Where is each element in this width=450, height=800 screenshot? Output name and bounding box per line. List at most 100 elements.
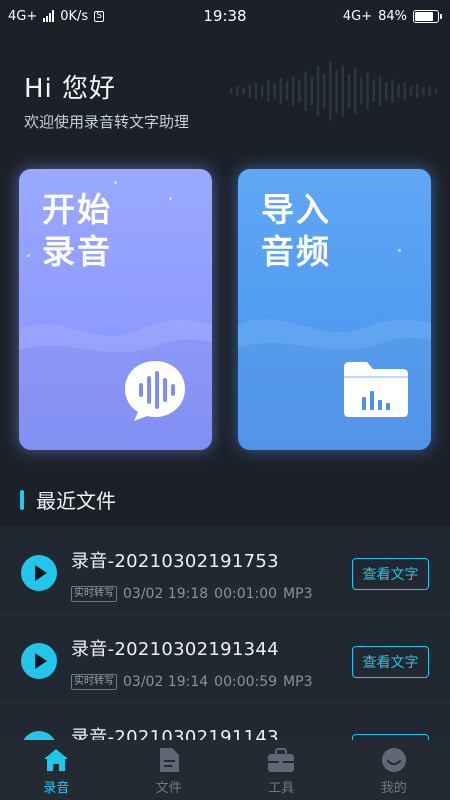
wave-bar: [323, 73, 326, 109]
file-meta: 实时转写 03/02 19:14 00:00:59 MP3: [71, 674, 312, 690]
wave-bar: [304, 71, 307, 111]
status-left: 4G+ 0K/s S: [8, 9, 104, 24]
wave-bar: [254, 82, 258, 100]
wave-bar: [347, 74, 351, 108]
recent-files-header: 最近文件: [20, 485, 116, 514]
tab-label: 录音: [43, 781, 70, 796]
wave-bar: [248, 84, 251, 98]
sparkle-dot: [27, 254, 30, 257]
view-text-button[interactable]: 查看文字: [352, 558, 429, 590]
wave-bar: [316, 66, 320, 116]
list-item[interactable]: 录音-20210302191143: [0, 703, 450, 740]
wave-bar: [416, 84, 419, 98]
file-meta: 实时转写 03/02 19:18 00:01:00 MP3: [71, 586, 312, 602]
wave-bar: [434, 88, 437, 94]
file-date: 03/02 19:18: [123, 586, 209, 602]
tab-record[interactable]: 录音: [0, 740, 113, 800]
battery-percent: 84%: [378, 8, 407, 24]
wave-bar: [341, 65, 344, 117]
file-format: MP3: [283, 674, 313, 690]
tab-profile[interactable]: 我的: [338, 740, 450, 800]
wave-bar: [403, 82, 406, 100]
bottom-navigation: 录音 文件 工具 我的: [0, 740, 450, 800]
toolbox-icon: [267, 746, 295, 774]
network-type-left: 4G+: [8, 8, 38, 24]
wave-bar: [298, 79, 301, 103]
signal-icon: [43, 10, 55, 22]
file-duration: 00:00:59: [214, 674, 278, 690]
wave-bar: [267, 80, 270, 102]
view-text-button[interactable]: 查看文字: [352, 646, 429, 678]
wave-bar: [378, 76, 382, 106]
import-audio-card[interactable]: 导入 音频: [238, 169, 431, 450]
section-accent-bar: [20, 489, 24, 510]
wave-bar: [230, 88, 233, 94]
document-icon: [155, 746, 183, 774]
sparkle-dot: [169, 197, 172, 200]
network-speed: 0K/s: [60, 8, 89, 24]
transcribe-tag: 实时转写: [71, 586, 117, 602]
tab-label: 工具: [268, 781, 295, 796]
import-audio-line2: 音频: [261, 232, 331, 271]
tab-files[interactable]: 文件: [113, 740, 226, 800]
file-format: MP3: [283, 586, 313, 602]
start-recording-line1: 开始: [42, 190, 112, 229]
wave-bar: [391, 79, 394, 103]
wave-bar: [335, 69, 338, 113]
sparkle-dot: [114, 181, 117, 184]
play-icon: [35, 565, 47, 581]
profile-face-icon: [380, 746, 408, 774]
list-item[interactable]: 录音-20210302191344 实时转写 03/02 19:14 00:00…: [0, 615, 450, 703]
play-button[interactable]: [21, 643, 57, 679]
wave-bar: [242, 87, 245, 95]
file-name: 录音-20210302191143: [71, 727, 279, 740]
wave-bar: [273, 83, 276, 99]
file-name: 录音-20210302191344: [71, 639, 279, 660]
greeting-subtitle: 欢迎使用录音转文字助理: [24, 113, 190, 131]
file-name: 录音-20210302191753: [71, 551, 279, 572]
play-button[interactable]: [21, 731, 57, 740]
wave-bar: [360, 77, 363, 105]
start-recording-label: 开始 录音: [42, 189, 112, 273]
start-recording-card[interactable]: 开始 录音: [19, 169, 212, 450]
mic-bubble-icon: [125, 361, 185, 421]
wave-bar: [236, 86, 239, 96]
sparkle-dot: [398, 249, 401, 252]
home-icon: [42, 746, 70, 774]
status-right: 4G+ 84%: [343, 9, 442, 24]
play-button[interactable]: [21, 555, 57, 591]
wave-bar: [261, 85, 264, 97]
greeting-title: Hi 您好: [24, 74, 117, 104]
soundwave-decoration-icon: [230, 61, 437, 121]
wave-bar: [292, 76, 295, 106]
file-date: 03/02 19:14: [123, 674, 209, 690]
play-icon: [35, 653, 47, 669]
wave-bar: [279, 78, 282, 104]
start-recording-line2: 录音: [42, 232, 112, 271]
wave-bar: [397, 84, 400, 98]
s-badge-icon: S: [94, 10, 104, 22]
status-bar: 4G+ 0K/s S 19:38 4G+ 84%: [0, 0, 450, 32]
recent-files-list[interactable]: 录音-20210302191753 实时转写 03/02 19:18 00:01…: [0, 527, 450, 740]
transcribe-tag: 实时转写: [71, 674, 117, 690]
import-audio-line1: 导入: [261, 190, 331, 229]
audio-folder-icon: [344, 362, 408, 417]
wave-bar: [366, 72, 369, 110]
tab-tools[interactable]: 工具: [225, 740, 338, 800]
import-audio-label: 导入 音频: [261, 189, 331, 273]
wave-bar: [428, 86, 431, 96]
wave-bar: [329, 61, 332, 121]
wave-bar: [310, 76, 313, 106]
tab-label: 文件: [155, 781, 182, 796]
wave-bar: [285, 81, 289, 101]
wave-bar: [422, 87, 425, 95]
wave-bar: [385, 82, 388, 100]
file-duration: 00:01:00: [214, 586, 278, 602]
wave-bar: [409, 86, 413, 96]
tab-label: 我的: [380, 781, 407, 796]
recent-files-title: 最近文件: [36, 489, 116, 513]
wave-bar: [372, 80, 375, 102]
list-item[interactable]: 录音-20210302191753 实时转写 03/02 19:18 00:01…: [0, 527, 450, 615]
wave-bar: [354, 68, 357, 114]
network-type-right: 4G+: [342, 8, 373, 24]
